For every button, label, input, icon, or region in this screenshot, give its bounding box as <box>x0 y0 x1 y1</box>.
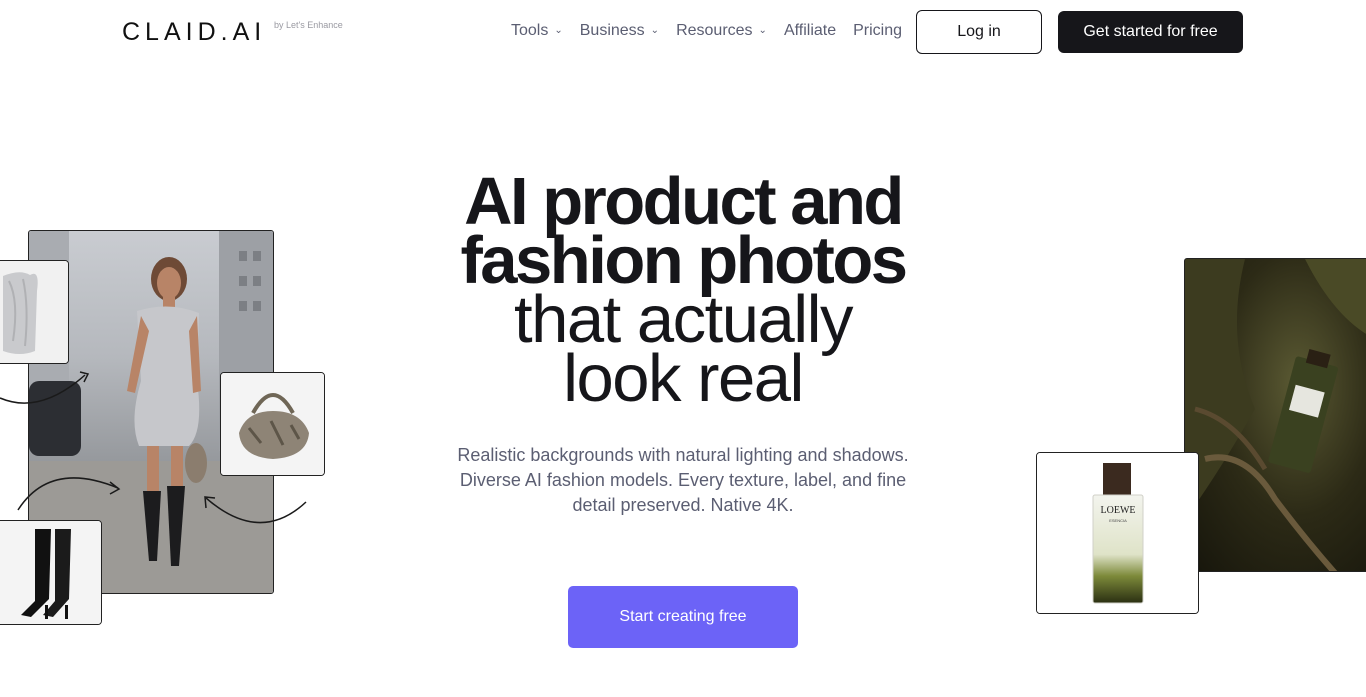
product-card-perfume: LOEWE ESENCIA <box>1036 452 1199 614</box>
perfume-sub-label: ESENCIA <box>1109 518 1127 523</box>
product-card-handbag <box>220 372 325 476</box>
logo[interactable]: CLAID.AI <box>122 18 266 47</box>
hero-subtitle: Realistic backgrounds with natural light… <box>457 445 909 515</box>
chevron-down-icon: ⌄ <box>758 24 767 36</box>
chevron-down-icon: ⌄ <box>650 24 660 36</box>
nav-item-label: Pricing <box>853 22 903 39</box>
nav-item-business[interactable]: Business ⌄ <box>580 22 659 40</box>
product-card-top <box>0 260 69 364</box>
nav-item-label: Affiliate <box>783 22 837 39</box>
hero-title-line: look real <box>563 341 804 416</box>
perfume-brand-label: LOEWE <box>1101 505 1136 516</box>
perfume-bottle-illustration: LOEWE ESENCIA <box>1037 453 1198 613</box>
main-nav: Tools ⌄ Business ⌄ Resources ⌄ Affiliate… <box>511 22 919 40</box>
nav-item-affiliate[interactable]: Affiliate <box>784 22 836 40</box>
handbag-illustration <box>221 373 324 475</box>
nav-item-label: Resources <box>676 22 753 39</box>
perfume-forest-photo <box>1184 258 1366 572</box>
nav-item-tools[interactable]: Tools ⌄ <box>511 22 563 40</box>
start-creating-button[interactable]: Start creating free <box>568 586 798 648</box>
product-card-boots <box>0 520 102 625</box>
nav-item-label: Business <box>579 22 645 39</box>
login-button[interactable]: Log in <box>916 10 1042 54</box>
nav-item-pricing[interactable]: Pricing <box>853 22 902 40</box>
hero-title: AI product and fashion photos that actua… <box>383 168 983 416</box>
logo-subtitle: by Let's Enhance <box>274 20 343 30</box>
chevron-down-icon: ⌄ <box>554 24 563 36</box>
site-header: CLAID.AI by Let's Enhance Tools ⌄ Busine… <box>0 0 1366 64</box>
boots-illustration <box>0 521 101 624</box>
nav-item-resources[interactable]: Resources ⌄ <box>676 22 767 40</box>
nav-item-label: Tools <box>511 22 549 39</box>
forest-perfume-illustration <box>1185 259 1366 571</box>
draped-top-illustration <box>0 261 68 363</box>
get-started-button[interactable]: Get started for free <box>1058 11 1243 53</box>
